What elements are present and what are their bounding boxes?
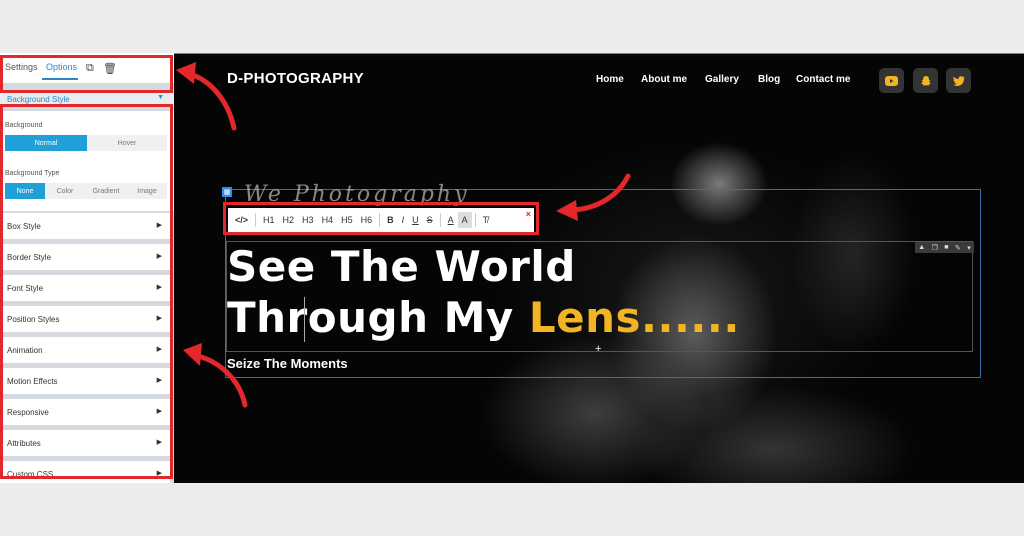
add-element-icon[interactable]: + (595, 343, 601, 355)
nav-contact-me[interactable]: Contact me (796, 74, 850, 85)
youtube-icon[interactable] (879, 68, 904, 93)
grid-icon[interactable]: ▦ (222, 187, 232, 197)
chevron-down-icon: ▼ (157, 94, 164, 101)
annotation-frame-text-toolbar (223, 202, 539, 235)
move-up-icon[interactable]: ▲ (918, 244, 925, 251)
heading-line-1: See The World (227, 242, 576, 291)
annotation-frame-tabs (0, 55, 173, 93)
nav-blog[interactable]: Blog (758, 74, 780, 85)
snapchat-icon[interactable] (913, 68, 938, 93)
website-preview-canvas: D-PHOTOGRAPHY Home About me Gallery Blog… (174, 53, 1024, 483)
trash-icon[interactable]: ■ (944, 244, 948, 251)
twitter-icon[interactable] (946, 68, 971, 93)
nav-gallery[interactable]: Gallery (705, 74, 739, 85)
hero-subheading[interactable]: Seize The Moments (227, 356, 348, 371)
screenshot-stage: Settings Options ⧉ 🗑 Background Style ▼ … (0, 0, 1024, 536)
section-title: Background Style (7, 95, 70, 104)
heading-line-2-text: Through My (227, 293, 529, 342)
more-dropdown-icon[interactable]: ▾ (967, 244, 971, 252)
text-cursor (304, 297, 305, 342)
edit-icon[interactable]: ✎ (955, 244, 961, 252)
duplicate-icon[interactable]: ❐ (932, 244, 938, 252)
nav-about-me[interactable]: About me (641, 74, 687, 85)
heading-accent-text: Lens...... (528, 293, 740, 342)
site-logo[interactable]: D-PHOTOGRAPHY (227, 70, 364, 87)
element-mini-toolbar: ▲ ❐ ■ ✎ ▾ (915, 242, 974, 253)
nav-home[interactable]: Home (596, 74, 624, 85)
annotation-frame-style-panel (0, 104, 173, 479)
